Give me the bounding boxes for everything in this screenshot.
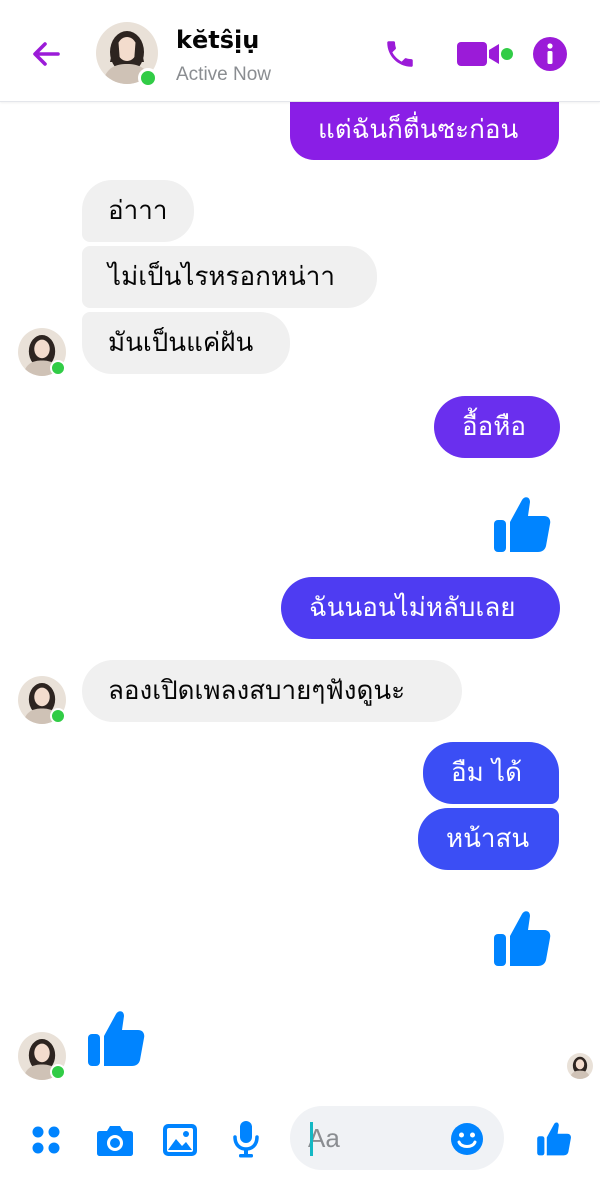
phone-icon [387, 41, 413, 67]
voice-message-button[interactable] [226, 1118, 266, 1160]
contact-name[interactable]: kĕtŝịụ [176, 26, 259, 54]
message-text: ไม่เป็นไรหรอกหน่าา [108, 262, 335, 292]
camera-button[interactable] [94, 1120, 136, 1160]
smiley-icon [451, 1123, 483, 1155]
active-status: Active Now [176, 64, 272, 85]
message-text: อืม ได้ [451, 758, 522, 788]
like-sticker-outgoing[interactable] [492, 906, 552, 972]
text-caret [310, 1122, 313, 1156]
message-input[interactable] [308, 1120, 438, 1156]
send-like-button[interactable] [534, 1118, 574, 1158]
four-dots-icon [32, 1126, 60, 1154]
message-text: อื้อหือ [462, 412, 526, 442]
message-composer [0, 1096, 600, 1180]
online-status-dot [50, 1064, 66, 1080]
message-text: ลองเปิดเพลงสบายๆฟังดูนะ [108, 676, 406, 706]
emoji-button[interactable] [450, 1122, 484, 1156]
message-bubble-incoming[interactable]: ไม่เป็นไรหรอกหน่าา [82, 246, 377, 308]
message-bubble-outgoing[interactable]: อืม ได้ [423, 742, 559, 804]
like-sticker-incoming[interactable] [86, 1006, 146, 1072]
thumbs-up-icon [537, 1122, 571, 1156]
thumbs-up-icon [494, 497, 551, 552]
voice-call-button[interactable] [380, 34, 420, 74]
message-bubble-outgoing[interactable]: ฉันนอนไม่หลับเลย [281, 577, 560, 639]
message-bubble-incoming[interactable]: ลองเปิดเพลงสบายๆฟังดูนะ [82, 660, 462, 722]
online-status-dot [50, 360, 66, 376]
video-camera-icon [457, 42, 513, 66]
camera-icon [97, 1126, 133, 1156]
message-text: ฉันนอนไม่หลับเลย [309, 593, 516, 623]
more-actions-button[interactable] [28, 1122, 64, 1158]
thumbs-up-icon [494, 911, 551, 966]
thumbs-up-icon [88, 1011, 145, 1066]
message-bubble-incoming[interactable]: อ่าาา [82, 180, 194, 242]
image-icon [163, 1124, 197, 1156]
gallery-button[interactable] [160, 1120, 200, 1160]
message-bubble-outgoing[interactable]: หน้าสน [418, 808, 559, 870]
message-text: มันเป็นแค่ฝัน [108, 328, 254, 358]
arrow-left-icon [33, 42, 60, 66]
message-bubble-incoming[interactable]: มันเป็นแค่ฝัน [82, 312, 290, 374]
seen-indicator-avatar [567, 1053, 593, 1079]
info-icon [533, 37, 567, 71]
microphone-icon [233, 1121, 259, 1158]
message-bubble-outgoing[interactable]: แต่ฉันก็ตื่นซะก่อน [290, 100, 559, 160]
chat-header: kĕtŝịụ Active Now [0, 0, 600, 102]
message-input-container[interactable] [290, 1106, 504, 1170]
online-status-dot [138, 68, 158, 88]
message-bubble-outgoing[interactable]: อื้อหือ [434, 396, 560, 458]
message-text: หน้าสน [446, 824, 530, 854]
message-text: อ่าาา [108, 196, 168, 226]
back-button[interactable] [26, 34, 66, 74]
info-button[interactable] [530, 34, 570, 74]
message-text: แต่ฉันก็ตื่นซะก่อน [318, 115, 519, 145]
like-sticker-outgoing[interactable] [492, 492, 552, 558]
online-status-dot [50, 708, 66, 724]
video-call-button[interactable] [455, 36, 517, 72]
